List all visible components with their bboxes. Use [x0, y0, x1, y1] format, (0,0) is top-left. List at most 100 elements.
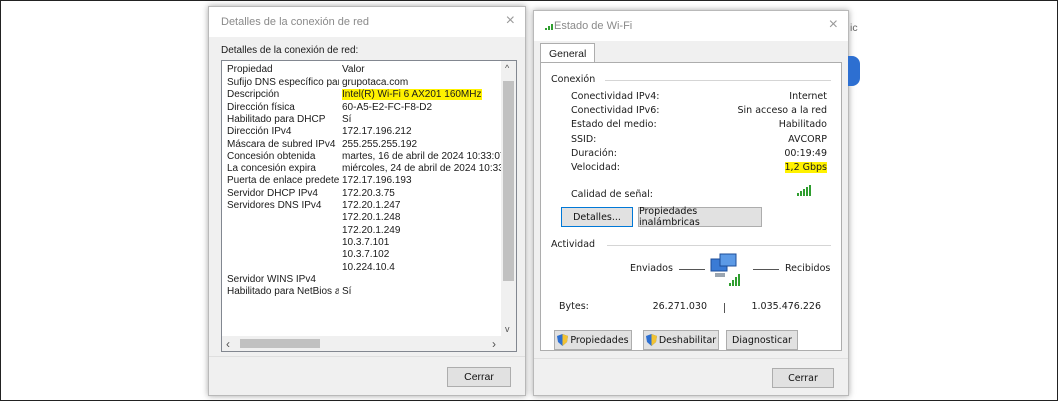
details-footer: Cerrar — [209, 356, 525, 395]
details-vertical-scrollbar[interactable]: ^ v — [501, 61, 516, 336]
row-property: Dirección IPv4 — [227, 126, 292, 138]
table-row[interactable]: 10.3.7.101 — [222, 237, 502, 249]
row-value: grupotaca.com — [342, 77, 409, 88]
row-property: Dirección física — [227, 101, 295, 113]
column-header-value[interactable]: Valor — [342, 64, 365, 75]
wifi-titlebar: Estado de Wi-Fi × — [534, 11, 848, 41]
diagnose-button[interactable]: Diagnosticar — [726, 330, 798, 350]
table-row[interactable]: La concesión expira miércoles, 24 de abri… — [222, 163, 516, 175]
row-value: miércoles, 24 de abril de 2024 10:33:07 — [342, 163, 517, 175]
field-value: Sin acceso a la red — [737, 105, 828, 117]
wifi-window-title: Estado de Wi-Fi — [554, 20, 633, 32]
scroll-down-icon[interactable]: v — [505, 324, 510, 334]
table-row[interactable]: Servidor WINS IPv4 — [222, 274, 502, 286]
details-header-row: Propiedad Valor — [222, 64, 502, 76]
wifi-status-window: Estado de Wi-Fi × General Conexión Conec… — [533, 10, 849, 396]
column-header-property[interactable]: Propiedad — [227, 64, 339, 75]
table-row[interactable]: Habilitado para DHCP Sí — [222, 114, 502, 126]
details-close-icon[interactable]: × — [506, 12, 515, 30]
properties-button-label: Propiedades — [570, 334, 629, 346]
tab-general[interactable]: General — [540, 43, 596, 64]
wifi-footer: Cerrar — [534, 358, 848, 395]
table-row[interactable]: Concesión obtenida martes, 16 de abril de… — [222, 150, 514, 163]
details-list[interactable]: Propiedad Valor Sufijo DNS específico pa… — [221, 60, 517, 352]
wifi-tabs: General — [540, 41, 842, 64]
table-row[interactable]: 10.224.10.4 — [222, 262, 502, 274]
shield-icon — [645, 334, 657, 346]
row-value: martes, 16 de abril de 2024 10:33:07 a — [342, 150, 514, 162]
table-row[interactable]: Descripción Intel(R) Wi-Fi 6 AX201 160MHz — [222, 89, 502, 101]
disable-button-label: Deshabilitar — [658, 334, 717, 346]
bytes-label: Bytes: — [559, 301, 589, 312]
wifi-close-icon[interactable]: × — [829, 16, 838, 34]
bytes-received-value: 1.035.476.226 — [751, 301, 821, 312]
table-row[interactable]: 10.3.7.102 — [222, 249, 502, 261]
scroll-up-icon[interactable]: ^ — [505, 63, 509, 73]
table-row[interactable]: Máscara de subred IPv4 255.255.255.192 — [222, 139, 502, 151]
row-value: Sí — [342, 113, 352, 125]
row-value: 172.17.196.193 — [342, 175, 412, 187]
row-value: 10.3.7.101 — [342, 236, 390, 248]
activity-group-label: Actividad — [551, 239, 596, 250]
details-titlebar: Detalles de la conexión de red × — [209, 7, 525, 37]
row-value: 172.20.3.75 — [342, 187, 395, 199]
row-value: Intel(R) Wi-Fi 6 AX201 160MHz — [342, 89, 482, 101]
row-property: Concesión obtenida — [227, 150, 316, 162]
row-value: 10.3.7.102 — [342, 249, 390, 261]
field-label: Conectividad IPv4: — [571, 91, 660, 102]
field-value: AVCORP — [788, 133, 827, 145]
field-label: Conectividad IPv6: — [571, 105, 660, 117]
background-icon-fragment — [848, 56, 860, 86]
field-label: Estado del medio: — [571, 119, 657, 131]
field-value: Habilitado — [778, 119, 827, 131]
field-value: Internet — [789, 91, 827, 102]
table-row[interactable]: Servidores DNS IPv4 172.20.1.247 — [222, 200, 502, 212]
sent-label: Enviados — [630, 263, 673, 274]
details-horizontal-scrollbar[interactable]: ‹ › — [222, 336, 516, 351]
received-line — [753, 269, 779, 270]
table-row[interactable]: 172.20.1.249 — [222, 225, 502, 237]
field-label: Velocidad: — [571, 162, 621, 173]
table-row[interactable]: Habilitado para NetBios a... Sí — [222, 286, 502, 298]
wireless-properties-button[interactable]: Propiedades inalámbricas — [638, 206, 762, 228]
bytes-divider — [724, 303, 725, 313]
row-property: Servidor WINS IPv4 — [227, 273, 316, 285]
background-text-fragment: ic — [850, 22, 858, 34]
row-property: Servidor DHCP IPv4 — [227, 187, 318, 199]
scroll-right-icon[interactable]: › — [492, 337, 496, 351]
details-vscroll-thumb[interactable] — [503, 81, 514, 281]
received-label: Recibidos — [785, 263, 831, 274]
bytes-sent-value: 26.271.030 — [652, 301, 707, 312]
details-button[interactable]: Detalles... — [561, 207, 633, 227]
properties-button[interactable]: Propiedades — [554, 330, 632, 350]
table-row[interactable]: Puerta de enlace predete... 172.17.196.19… — [222, 175, 502, 187]
table-row[interactable]: Dirección física 60-A5-E2-FC-F8-D2 — [222, 102, 502, 114]
table-row[interactable]: Dirección IPv4 172.17.196.212 — [222, 126, 502, 138]
table-row[interactable]: Servidor DHCP IPv4 172.20.3.75 — [222, 188, 502, 200]
table-row[interactable]: 172.20.1.248 — [222, 212, 502, 224]
row-property: Descripción — [227, 89, 280, 101]
row-value: 172.20.1.249 — [342, 224, 401, 236]
row-value: 172.17.196.212 — [342, 126, 412, 138]
details-close-button[interactable]: Cerrar — [447, 367, 511, 387]
screenshot-frame — [0, 0, 1058, 401]
details-hscroll-thumb[interactable] — [240, 339, 320, 348]
sent-line — [679, 269, 705, 270]
disable-button[interactable]: Deshabilitar — [643, 330, 719, 350]
row-value: Sí — [342, 286, 352, 298]
field-label: SSID: — [571, 133, 597, 145]
table-row[interactable]: Sufijo DNS específico par... grupotaca.co… — [222, 77, 502, 89]
row-value: 172.20.1.247 — [342, 200, 401, 211]
wifi-general-panel: Conexión Conectividad IPv4: Internet Conec… — [540, 62, 842, 351]
signal-quality-label: Calidad de señal: — [571, 189, 654, 200]
row-property: Habilitado para DHCP — [227, 113, 326, 125]
row-property: Sufijo DNS específico par... — [227, 77, 339, 88]
row-property: Servidores DNS IPv4 — [227, 200, 322, 211]
row-value: 172.20.1.248 — [342, 212, 401, 224]
activity-group-line — [607, 245, 831, 246]
field-value: 1,2 Gbps — [784, 162, 827, 173]
scroll-left-icon[interactable]: ‹ — [226, 337, 230, 351]
wifi-close-button[interactable]: Cerrar — [772, 368, 834, 388]
wifi-title-signal-icon — [545, 24, 553, 30]
field-value: 00:19:49 — [784, 147, 827, 159]
